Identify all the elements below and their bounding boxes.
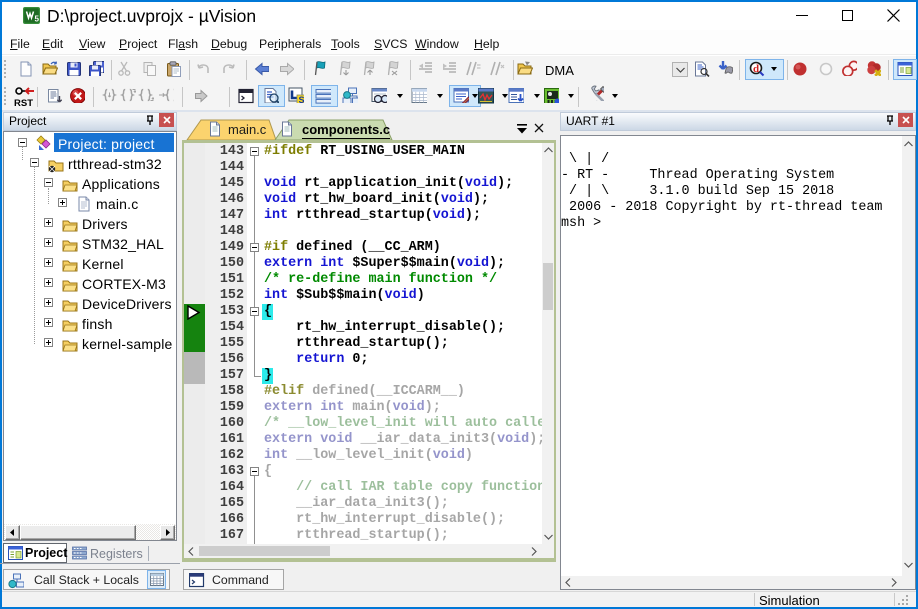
svg-text:RST: RST <box>14 98 33 108</box>
svg-text:5: 5 <box>35 15 40 24</box>
svg-text:d: d <box>753 63 759 75</box>
svg-text:S: S <box>298 95 304 103</box>
